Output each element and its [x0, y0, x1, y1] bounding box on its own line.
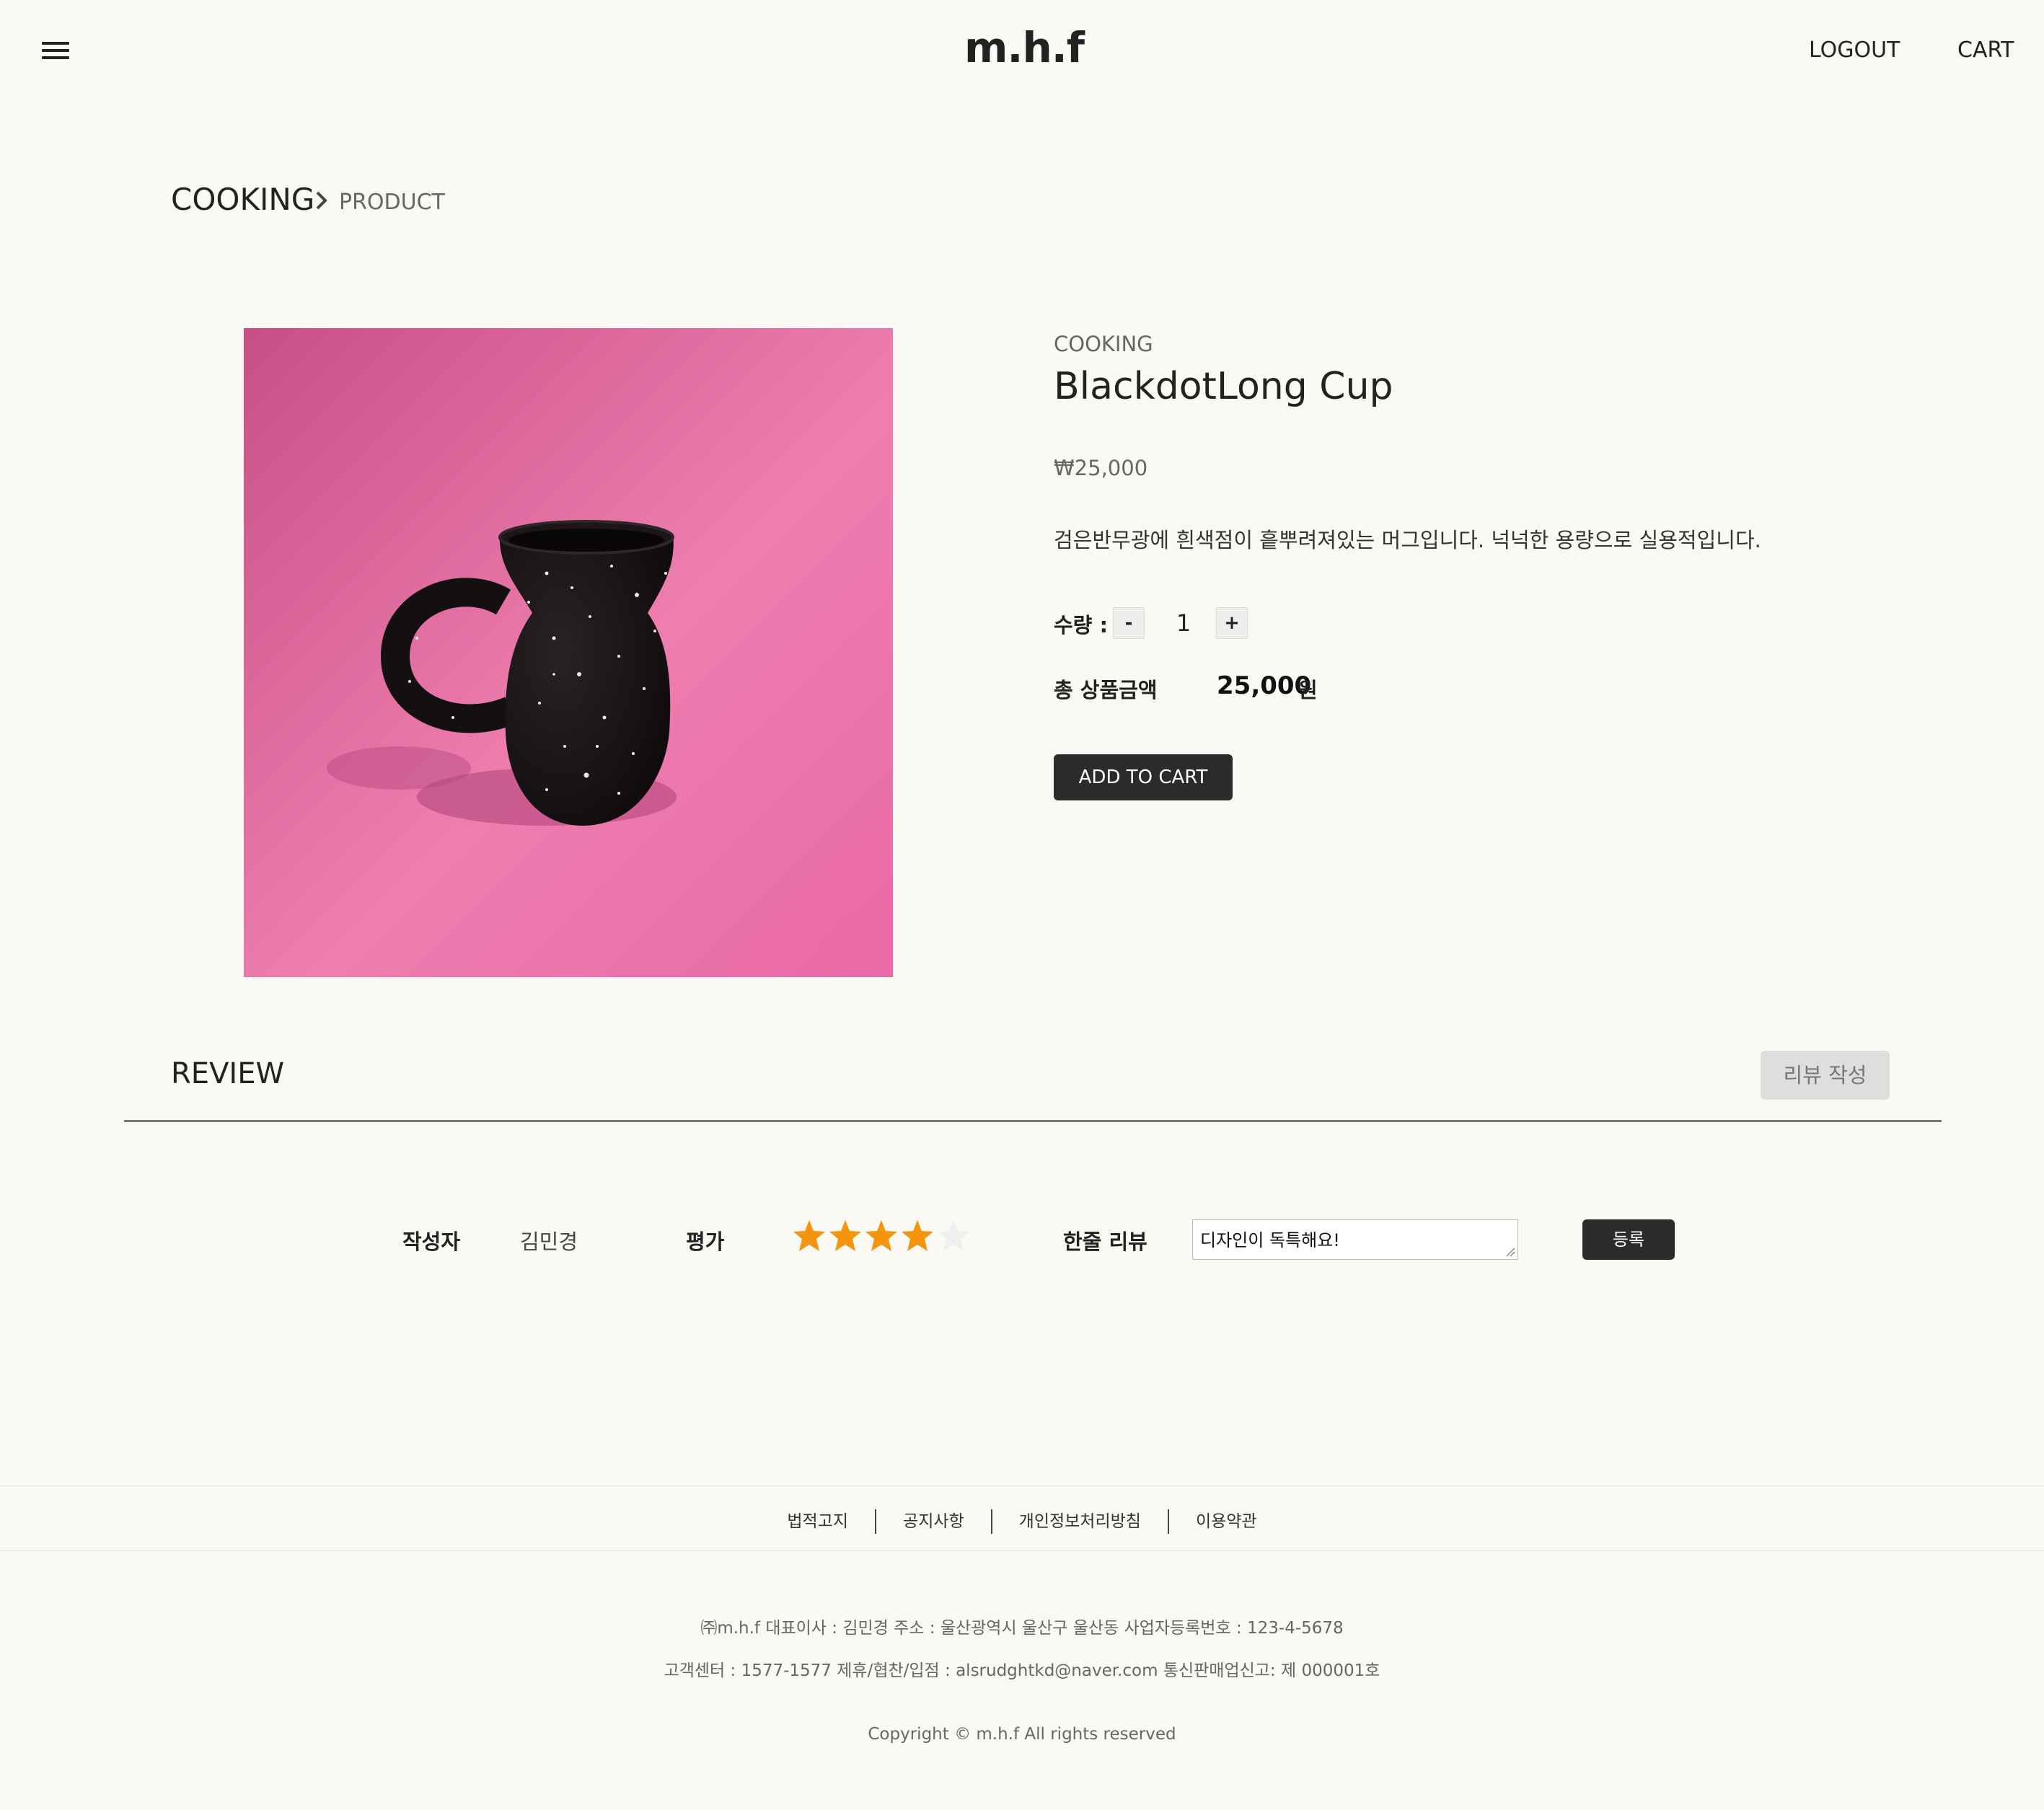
- line-review-input[interactable]: 디자인이 독특해요!: [1192, 1219, 1518, 1260]
- footer-link-privacy[interactable]: 개인정보처리방침: [990, 1509, 1168, 1534]
- site-logo[interactable]: m.h.f: [873, 23, 1176, 72]
- star-empty-icon[interactable]: [936, 1219, 971, 1253]
- breadcrumb-category[interactable]: COOKING: [171, 182, 314, 217]
- footer-divider: [0, 1485, 2044, 1486]
- star-rating[interactable]: [792, 1219, 972, 1258]
- total-price-value: 25,000: [1217, 671, 1312, 700]
- menu-icon-bar: [42, 56, 69, 59]
- line-review-text: 디자인이 독특해요!: [1200, 1230, 1340, 1250]
- resize-handle-icon[interactable]: [1505, 1247, 1515, 1257]
- quantity-label: 수량 :: [1054, 613, 1109, 637]
- star-filled-icon[interactable]: [864, 1219, 899, 1253]
- product-image: [244, 328, 893, 977]
- breadcrumb-current: PRODUCT: [339, 190, 445, 215]
- quantity-increase-button[interactable]: +: [1216, 607, 1248, 639]
- chevron-right-icon: [316, 191, 327, 210]
- total-price-unit: 원: [1298, 678, 1318, 702]
- footer-link-legal[interactable]: 법적고지: [760, 1509, 875, 1534]
- total-price-label: 총 상품금액: [1054, 678, 1158, 702]
- star-filled-icon[interactable]: [792, 1219, 827, 1253]
- quantity-decrease-button[interactable]: -: [1113, 607, 1145, 639]
- product-price: ₩25,000: [1054, 456, 1148, 480]
- star-filled-icon[interactable]: [900, 1219, 935, 1253]
- star-filled-icon[interactable]: [828, 1219, 863, 1253]
- footer-divider: [0, 1550, 2044, 1551]
- footer-link-terms[interactable]: 이용약관: [1167, 1509, 1284, 1534]
- footer-links: 법적고지 공지사항 개인정보처리방침 이용약관: [0, 1509, 2044, 1534]
- line-review-label: 한줄 리뷰: [1063, 1230, 1147, 1254]
- review-section-title: REVIEW: [171, 1057, 285, 1090]
- product-description: 검은반무광에 흰색점이 흩뿌려져있는 머그입니다. 넉넉한 용량으로 실용적입니…: [1054, 528, 1761, 552]
- review-author-label: 작성자: [402, 1230, 461, 1254]
- review-divider: [124, 1120, 1942, 1122]
- product-name: BlackdotLong Cup: [1054, 365, 1393, 408]
- write-review-button[interactable]: 리뷰 작성: [1761, 1051, 1890, 1100]
- review-author: 김민경: [520, 1230, 578, 1254]
- add-to-cart-button[interactable]: ADD TO CART: [1054, 754, 1233, 800]
- quantity-value: 1: [1176, 609, 1191, 637]
- review-rating-label: 평가: [686, 1230, 725, 1254]
- customer-center-info: 고객센터 : 1577-1577 제휴/협찬/입점 : alsrudghtkd@…: [664, 1661, 1380, 1680]
- menu-icon-bar: [42, 42, 69, 45]
- company-info: ㈜m.h.f 대표이사 : 김민경 주소 : 울산광역시 울산구 울산동 사업자…: [700, 1619, 1344, 1638]
- logout-link[interactable]: LOGOUT: [1809, 37, 1900, 63]
- menu-icon-bar: [42, 49, 69, 52]
- footer-link-notice[interactable]: 공지사항: [875, 1509, 991, 1534]
- menu-icon[interactable]: [42, 37, 69, 66]
- cart-link[interactable]: CART: [1957, 37, 2014, 63]
- product-category: COOKING: [1054, 332, 1153, 356]
- copyright: Copyright © m.h.f All rights reserved: [868, 1725, 1176, 1744]
- submit-review-button[interactable]: 등록: [1582, 1219, 1675, 1260]
